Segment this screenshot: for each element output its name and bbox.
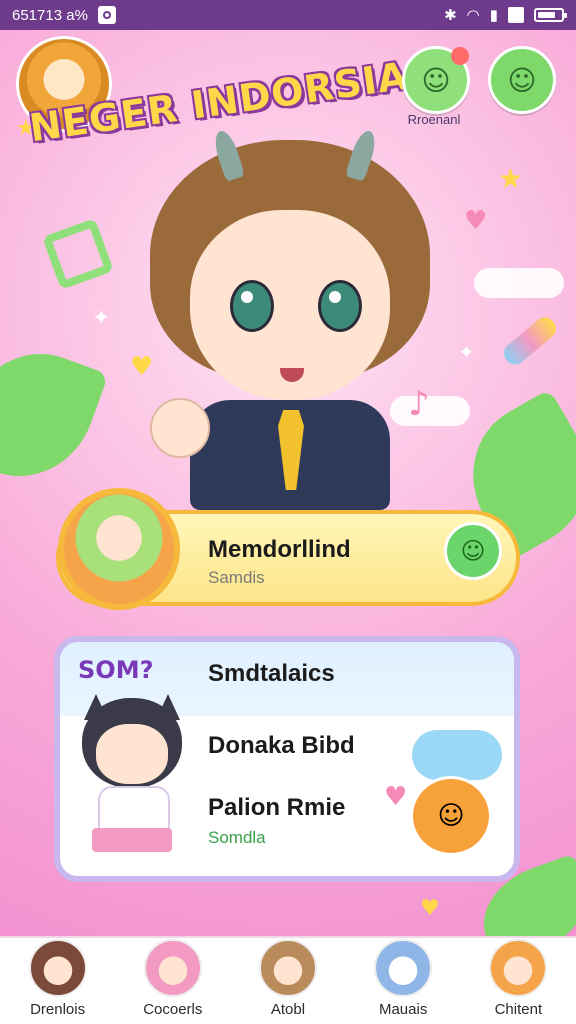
bottom-nav: Drenlois Cocoerls Atobl Mauais Chitent xyxy=(0,936,576,1024)
nav-label: Mauais xyxy=(378,1001,428,1018)
nav-item-cocoerls[interactable]: Cocoerls xyxy=(118,939,228,1018)
leaf-decoration-left xyxy=(0,333,109,497)
wifi-icon: ◠ xyxy=(466,7,480,24)
cat-girl-character xyxy=(74,694,190,862)
status-right: ✱ ◠ ▮ xyxy=(444,6,567,24)
candy-decoration xyxy=(499,313,561,369)
nav-item-drenlois[interactable]: Drenlois xyxy=(3,939,113,1018)
candy-decoration xyxy=(42,218,114,290)
status-left: 651713 a% xyxy=(12,6,116,24)
cloud-icon xyxy=(412,730,502,780)
nav-avatar xyxy=(489,939,548,997)
battery-icon xyxy=(534,8,567,22)
chat-button[interactable]: ☺ xyxy=(488,46,556,114)
featured-card-avatar xyxy=(58,488,180,610)
nav-label: Atobl xyxy=(270,1001,306,1018)
square-icon xyxy=(508,7,524,23)
eye-left xyxy=(230,280,274,332)
happy-bird-icon: ☺ xyxy=(410,776,492,856)
character-face xyxy=(96,724,168,784)
status-bar: 651713 a% ✱ ◠ ▮ xyxy=(0,0,576,30)
fist xyxy=(150,398,210,458)
smile-icon: ☺ xyxy=(421,63,451,97)
info-card-subtitle: Somdla xyxy=(208,828,266,847)
nav-label: Chitent xyxy=(494,1001,543,1018)
nav-avatar xyxy=(28,939,87,997)
heart-icon: ♥ xyxy=(420,896,440,921)
nav-item-atobl[interactable]: Atobl xyxy=(233,939,343,1018)
smile-icon: ☺ xyxy=(460,537,486,565)
nav-avatar xyxy=(374,939,433,997)
sparkle-icon: ✦ xyxy=(92,306,111,331)
info-card-line-1[interactable]: Donaka Bibd xyxy=(208,732,355,760)
cloud-decoration xyxy=(474,268,564,298)
hero-character xyxy=(120,128,460,510)
app-screen: 651713 a% ✱ ◠ ▮ ★ ★ ✦ ✦ ♥ ♥ ♥ ♪ NEGER IN… xyxy=(0,0,576,1024)
nav-avatar xyxy=(143,939,202,997)
eye-right xyxy=(318,280,362,332)
star-icon: ★ xyxy=(498,162,524,195)
info-card-heading: Smdtalaics xyxy=(208,660,335,687)
sparkle-icon: ✦ xyxy=(458,340,475,364)
featured-card-subtitle: Samdis xyxy=(208,568,265,587)
nav-label: Cocoerls xyxy=(143,1001,203,1018)
status-text: 651713 a% xyxy=(12,6,88,24)
chat-bubble-button[interactable]: ☺ xyxy=(444,522,502,580)
info-card-badge: SOM? xyxy=(78,656,154,684)
round-button-label: Rroenanl xyxy=(407,112,461,127)
signal-icon: ▮ xyxy=(489,7,498,24)
nav-label: Drenlois xyxy=(30,1001,86,1018)
profile-button[interactable]: ☺ xyxy=(402,46,470,114)
bluetooth-icon: ✱ xyxy=(444,7,457,24)
notification-icon xyxy=(97,6,116,24)
nav-item-mauais[interactable]: Mauais xyxy=(348,939,458,1018)
heart-icon: ♥ xyxy=(464,206,488,236)
nav-item-chitent[interactable]: Chitent xyxy=(463,939,573,1018)
character-skirt xyxy=(92,828,172,852)
smile-icon: ☺ xyxy=(507,63,537,97)
nav-avatar xyxy=(258,939,317,997)
featured-card-title: Memdorllind xyxy=(208,536,351,563)
heart-icon: ♥ xyxy=(384,782,408,812)
info-card-line-2[interactable]: Palion Rmie xyxy=(208,794,345,822)
